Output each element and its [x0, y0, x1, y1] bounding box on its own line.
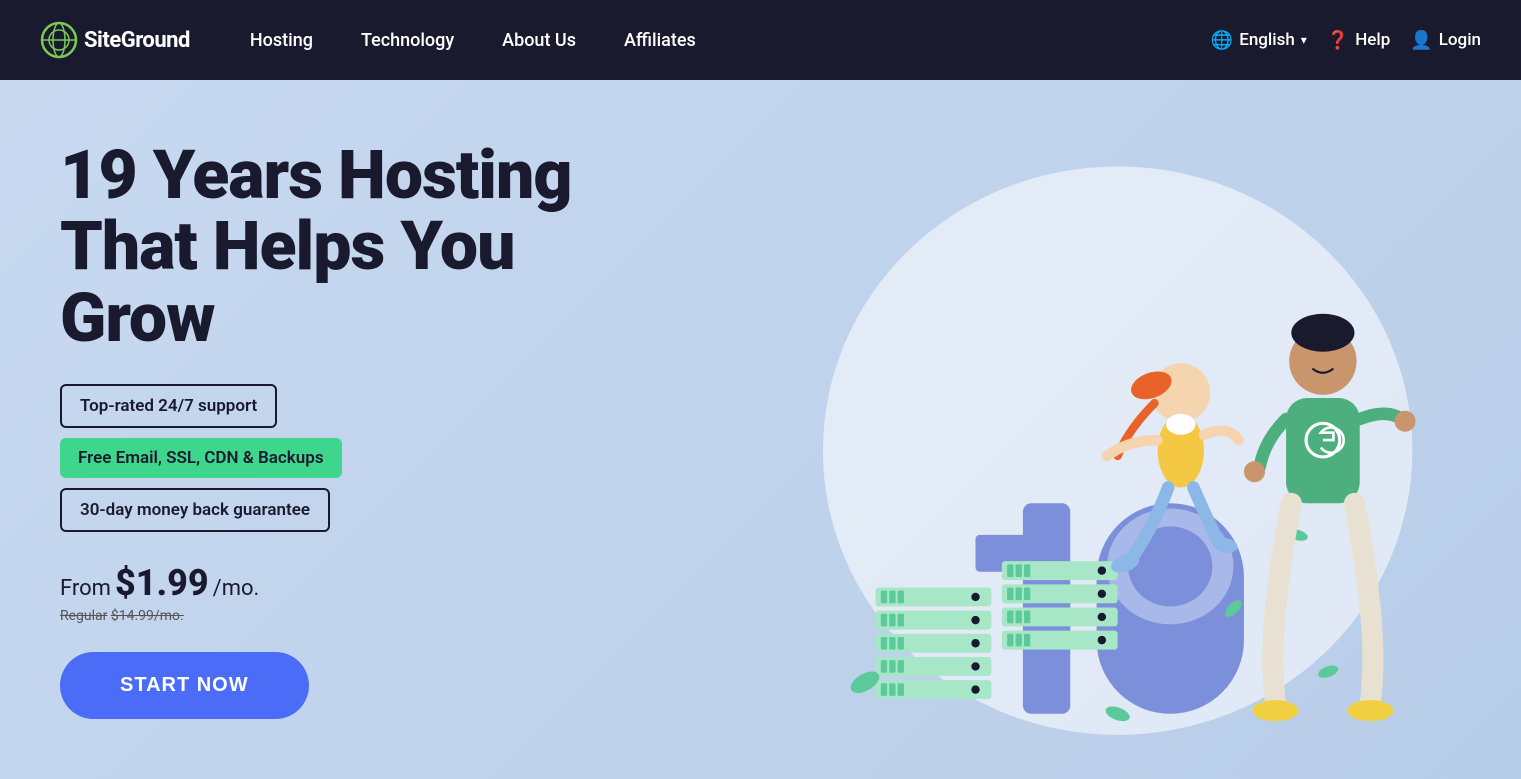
hero-section: 19 Years Hosting That Helps You Grow Top…: [0, 80, 1521, 779]
badge-guarantee: 30-day money back guarantee: [60, 488, 330, 532]
nav-hosting[interactable]: Hosting: [230, 22, 333, 59]
login-label: Login: [1439, 30, 1481, 50]
feature-badges: Top-rated 24/7 support Free Email, SSL, …: [60, 384, 680, 532]
badge-free-features: Free Email, SSL, CDN & Backups: [60, 438, 342, 478]
nav-technology[interactable]: Technology: [341, 22, 474, 59]
price-regular-amount: $14.99/mo.: [111, 608, 184, 624]
hero-content: 19 Years Hosting That Helps You Grow Top…: [60, 140, 680, 719]
nav-links: Hosting Technology About Us Affiliates: [230, 22, 1211, 59]
start-now-button[interactable]: START NOW: [60, 652, 309, 719]
nav-about[interactable]: About Us: [482, 22, 596, 59]
help-label: Help: [1355, 30, 1390, 50]
hero-svg: [665, 80, 1465, 779]
price-amount: $1.99: [115, 562, 209, 604]
price-section: From $1.99 /mo. Regular $14.99/mo.: [60, 562, 680, 624]
price-per: /mo.: [213, 576, 260, 601]
price-from-label: From: [60, 576, 111, 601]
login-link[interactable]: 👤 Login: [1410, 30, 1481, 51]
logo-icon: [40, 21, 78, 59]
translate-icon: 🌐: [1211, 30, 1233, 51]
main-nav: SiteGround Hosting Technology About Us A…: [0, 0, 1521, 80]
badge-support: Top-rated 24/7 support: [60, 384, 277, 428]
price-regular: Regular $14.99/mo.: [60, 608, 680, 624]
logo-text: SiteGround: [84, 28, 190, 53]
login-icon: 👤: [1410, 30, 1432, 51]
hero-illustration: [608, 80, 1521, 779]
help-icon: ❓: [1327, 30, 1349, 51]
language-selector[interactable]: 🌐 English ▾: [1211, 30, 1307, 51]
nav-affiliates[interactable]: Affiliates: [604, 22, 716, 59]
hero-title: 19 Years Hosting That Helps You Grow: [60, 140, 680, 354]
help-link[interactable]: ❓ Help: [1327, 30, 1390, 51]
price-line: From $1.99 /mo.: [60, 562, 680, 604]
chevron-down-icon: ▾: [1301, 33, 1307, 47]
logo-link[interactable]: SiteGround: [40, 21, 190, 59]
language-label: English: [1239, 30, 1295, 50]
nav-right: 🌐 English ▾ ❓ Help 👤 Login: [1211, 30, 1481, 51]
